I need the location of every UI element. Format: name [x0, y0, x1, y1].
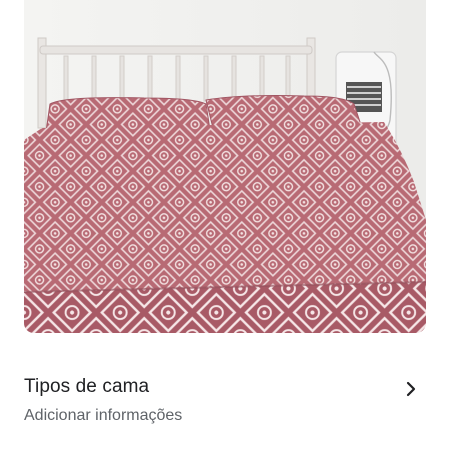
bed-types-row[interactable]: Tipos de cama Adicionar informações	[24, 370, 426, 434]
bed-types-title: Tipos de cama	[24, 376, 150, 397]
bed-photo-illustration	[24, 0, 426, 333]
chevron-right-icon[interactable]	[404, 380, 418, 398]
listing-detail-page: Tipos de cama Adicionar informações	[0, 0, 450, 450]
bed-photo[interactable]	[24, 0, 426, 333]
add-information-link[interactable]: Adicionar informações	[24, 407, 182, 425]
bedspread	[24, 122, 426, 333]
